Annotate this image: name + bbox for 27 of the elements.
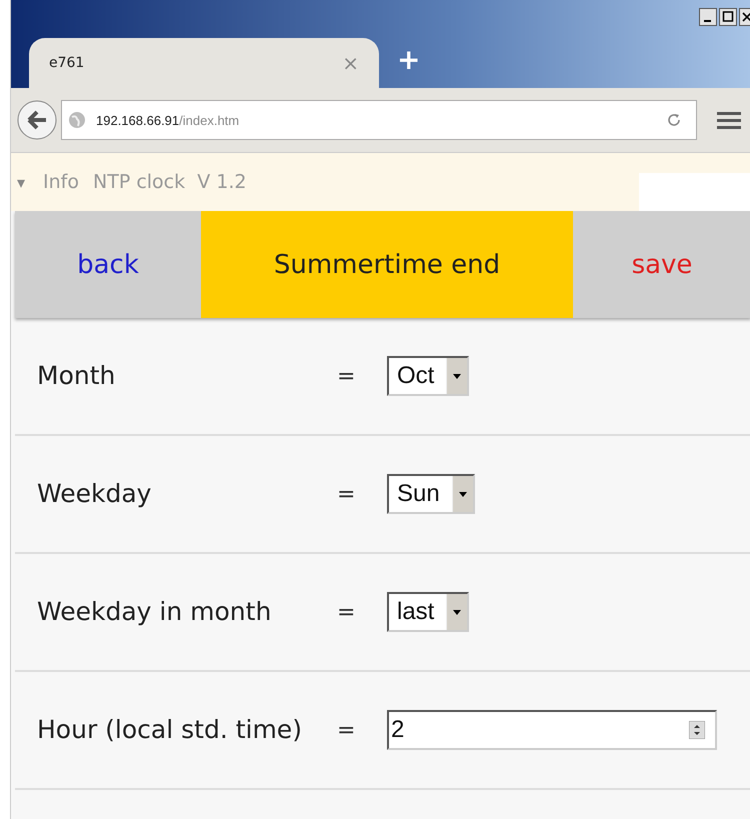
- new-tab-button[interactable]: +: [397, 43, 420, 76]
- dropdown[interactable]: Oct: [387, 356, 470, 396]
- address-bar[interactable]: 192.168.66.91/index.htm: [61, 100, 697, 140]
- number-field[interactable]: 2: [387, 710, 717, 750]
- info-text: NTP clock V 1.2: [93, 171, 246, 193]
- menu-icon[interactable]: [717, 110, 741, 130]
- globe-icon: [68, 111, 86, 129]
- dropdown[interactable]: Sun: [387, 474, 475, 514]
- browser-tab[interactable]: e761 ×: [29, 38, 379, 88]
- minimize-icon[interactable]: [699, 8, 717, 26]
- back-icon[interactable]: [17, 100, 57, 140]
- dropdown[interactable]: last: [387, 592, 470, 632]
- spinner-icon[interactable]: [689, 721, 705, 739]
- reload-icon[interactable]: [666, 112, 682, 128]
- field-label: Hour (local std. time): [37, 714, 303, 746]
- field-label: Month: [37, 360, 116, 392]
- field-label: Weekday in month: [37, 596, 272, 628]
- equals-sign: =: [337, 718, 356, 742]
- equals-sign: =: [337, 364, 356, 388]
- page-title: Summertime end: [201, 211, 573, 318]
- equals-sign: =: [337, 600, 356, 624]
- equals-sign: =: [337, 482, 356, 506]
- info-label: Info: [43, 171, 79, 193]
- back-button[interactable]: back: [15, 211, 201, 318]
- field-label: Weekday: [37, 478, 152, 510]
- maximize-icon[interactable]: [719, 8, 737, 26]
- close-icon[interactable]: [739, 8, 750, 26]
